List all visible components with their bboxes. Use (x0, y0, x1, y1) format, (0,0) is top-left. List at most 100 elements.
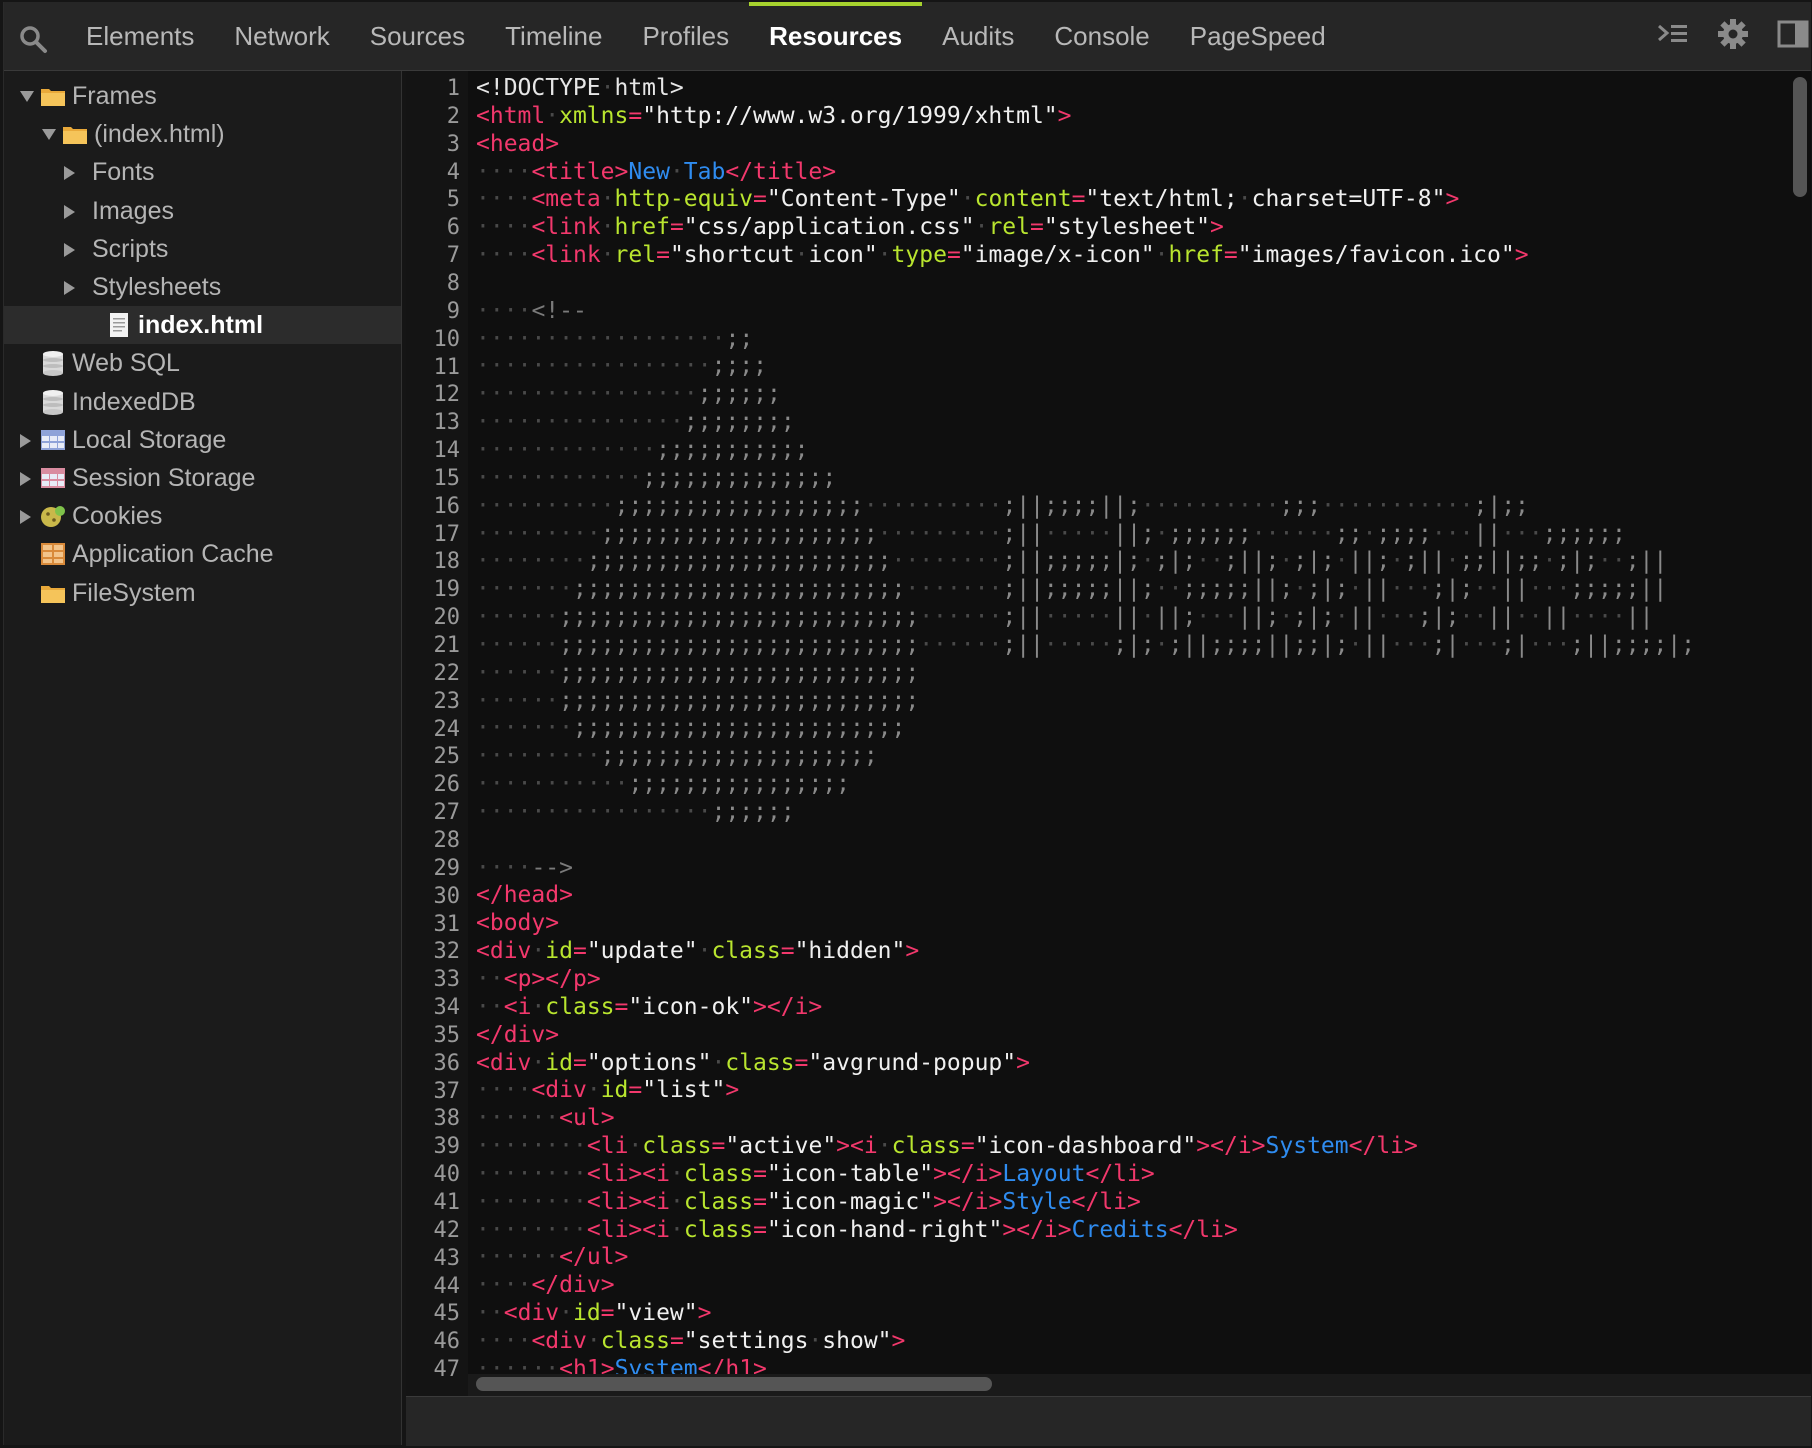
code-line[interactable]: ··<i·class="icon-ok"></i> (476, 994, 1787, 1022)
tab-profiles[interactable]: Profiles (622, 2, 749, 70)
gear-icon[interactable] (1715, 16, 1751, 52)
collapsed-triangle-icon[interactable] (64, 281, 75, 295)
sidebar-item-session-storage[interactable]: Session Storage (4, 459, 401, 497)
tab-elements[interactable]: Elements (66, 2, 214, 70)
code-line[interactable]: ··<p></p> (476, 966, 1787, 994)
console-drawer-icon[interactable] (1655, 16, 1691, 52)
code-line[interactable]: ········<li><i·class="icon-hand-right"><… (476, 1217, 1787, 1245)
sidebar-item-cookies[interactable]: Cookies (4, 497, 401, 535)
source-editor[interactable]: 1 2 3 4 5 6 7 8 9 10 11 12 13 14 15 16 17 18 19 20 21 22 23 24 2… (406, 71, 1811, 1396)
code-line[interactable]: ··<div·id="view"> (476, 1300, 1787, 1328)
code-line[interactable] (476, 827, 1787, 855)
tab-pagespeed[interactable]: PageSpeed (1170, 2, 1346, 70)
code-line[interactable]: ····<link·href="css/application.css"·rel… (476, 214, 1787, 242)
collapsed-triangle-icon[interactable] (64, 242, 75, 257)
code-line[interactable]: ·········;;;;;;;;;;;;;;;;;;;; (476, 743, 1787, 771)
code-line[interactable]: ······;;;;;;;;;;;;;;;;;;;;;;;;;; (476, 660, 1787, 688)
collapsed-triangle-icon[interactable] (64, 204, 75, 219)
code-line[interactable]: ········;;;;;;;;;;;;;;;;;;;;;;········;|… (476, 548, 1787, 576)
code-line[interactable]: <div·id="update"·class="hidden"> (476, 938, 1787, 966)
sidebar-item-indexeddb[interactable]: IndexedDB (4, 383, 401, 421)
sidebar-item-stylesheets[interactable]: Stylesheets (4, 268, 401, 306)
code-area[interactable]: <!DOCTYPE·html> <html·xmlns="http://www.w… (476, 75, 1787, 1385)
sidebar-item-label: Cookies (72, 502, 163, 531)
collapsed-triangle-icon[interactable] (20, 472, 31, 486)
sidebar-item-label: index.html (138, 311, 264, 340)
code-line[interactable]: ···············;;;;;;;; (476, 409, 1787, 437)
code-line[interactable]: ······;;;;;;;;;;;;;;;;;;;;;;;;;; (476, 688, 1787, 716)
dock-icon[interactable] (1775, 16, 1811, 52)
collapsed-triangle-icon[interactable] (20, 510, 31, 525)
code-line[interactable]: ···········;;;;;;;;;;;;;;;; (476, 771, 1787, 799)
code-line[interactable]: <!DOCTYPE·html> (476, 75, 1787, 103)
code-line[interactable]: </head> (476, 882, 1787, 910)
database-icon (43, 351, 63, 377)
sidebar-item-web-sql[interactable]: Web SQL (4, 344, 401, 382)
code-line[interactable]: ·······;;;;;;;;;;;;;;;;;;;;;;;;·······;|… (476, 576, 1787, 604)
sidebar-item-index-html[interactable]: (index.html) (4, 115, 401, 153)
code-line[interactable]: ······<ul> (476, 1105, 1787, 1133)
code-line[interactable]: ····<div·id="list"> (476, 1077, 1787, 1105)
code-line[interactable]: ····<meta·http-equiv="Content-Type"·cont… (476, 186, 1787, 214)
line-number: 25 (433, 744, 461, 770)
code-line[interactable]: ········<li><i·class="icon-table"></i>La… (476, 1161, 1787, 1189)
collapsed-triangle-icon[interactable] (64, 166, 75, 181)
code-line[interactable]: ····<div·class="settings·show"> (476, 1328, 1787, 1356)
tab-network[interactable]: Network (214, 2, 349, 70)
tab-console[interactable]: Console (1034, 2, 1169, 70)
sidebar-item-label: Fonts (92, 158, 155, 187)
sidebar-item-application-cache[interactable]: Application Cache (4, 535, 401, 573)
line-number: 32 (433, 939, 461, 965)
code-line[interactable]: <head> (476, 131, 1787, 159)
code-line[interactable]: ············;;;;;;;;;;;;;; (476, 465, 1787, 493)
code-line[interactable]: </div> (476, 1022, 1787, 1050)
tab-resources[interactable]: Resources (749, 2, 923, 70)
document-icon (110, 313, 128, 338)
expanded-triangle-icon[interactable] (42, 129, 56, 141)
code-line[interactable]: ··········;;;;;;;;;;;;;;;;;;··········;|… (476, 493, 1787, 521)
search-icon[interactable] (18, 24, 48, 54)
line-number: 22 (433, 660, 461, 686)
code-line[interactable]: <html·xmlns="http://www.w3.org/1999/xhtm… (476, 103, 1787, 131)
code-line[interactable]: ······</ul> (476, 1244, 1787, 1272)
vertical-scrollbar[interactable] (1793, 77, 1807, 197)
horizontal-scrollbar[interactable] (476, 1377, 992, 1391)
code-line[interactable]: ·············;;;;;;;;;;; (476, 437, 1787, 465)
code-line[interactable]: ··················;; (476, 326, 1787, 354)
code-line[interactable]: ·········;;;;;;;;;;;;;;;;;;;;·········;|… (476, 521, 1787, 549)
line-number: 18 (433, 549, 461, 575)
sidebar-item-frames[interactable]: Frames (4, 77, 401, 115)
code-line[interactable]: ················;;;;;; (476, 381, 1787, 409)
sidebar-item-images[interactable]: Images (4, 192, 401, 230)
sidebar-item-label: (index.html) (94, 120, 225, 149)
code-line[interactable]: ·················;;;;;; (476, 799, 1787, 827)
sidebar-item-local-storage[interactable]: Local Storage (4, 421, 401, 459)
code-line[interactable]: ······;;;;;;;;;;;;;;;;;;;;;;;;;;······;|… (476, 604, 1787, 632)
code-line[interactable]: ····<link·rel="shortcut·icon"·type="imag… (476, 242, 1787, 270)
code-line[interactable]: ········<li><i·class="icon-magic"></i>St… (476, 1189, 1787, 1217)
code-line[interactable]: ····--> (476, 855, 1787, 883)
sidebar-item-scripts[interactable]: Scripts (4, 230, 401, 268)
sidebar-item-label: Session Storage (72, 464, 256, 492)
expanded-triangle-icon[interactable] (20, 91, 34, 102)
collapsed-triangle-icon[interactable] (20, 433, 31, 448)
code-line[interactable]: ······;;;;;;;;;;;;;;;;;;;;;;;;;;······;|… (476, 632, 1787, 660)
line-number-gutter: 1 2 3 4 5 6 7 8 9 10 11 12 13 14 15 16 17 18 19 20 21 22 23 24 2… (406, 71, 468, 1396)
code-line[interactable]: ·······;;;;;;;;;;;;;;;;;;;;;;;; (476, 715, 1787, 743)
sidebar-item-index-html[interactable]: index.html (4, 306, 401, 345)
tab-sources[interactable]: Sources (350, 2, 485, 70)
code-line[interactable]: ····<title>New·Tab</title> (476, 159, 1787, 187)
line-number: 12 (433, 382, 461, 408)
tab-audits[interactable]: Audits (922, 2, 1034, 70)
code-line[interactable]: <div·id="options"·class="avgrund-popup"> (476, 1050, 1787, 1078)
code-line[interactable]: <body> (476, 910, 1787, 938)
code-line[interactable]: ····<!-- (476, 298, 1787, 326)
line-number: 28 (433, 827, 461, 853)
code-line[interactable]: ····</div> (476, 1272, 1787, 1300)
sidebar-item-filesystem[interactable]: FileSystem (4, 574, 401, 612)
code-line[interactable] (476, 270, 1787, 298)
code-line[interactable]: ········<li·class="active"><i·class="ico… (476, 1133, 1787, 1161)
code-line[interactable]: ·················;;;; (476, 353, 1787, 381)
sidebar-item-fonts[interactable]: Fonts (4, 153, 401, 191)
tab-timeline[interactable]: Timeline (485, 2, 622, 70)
